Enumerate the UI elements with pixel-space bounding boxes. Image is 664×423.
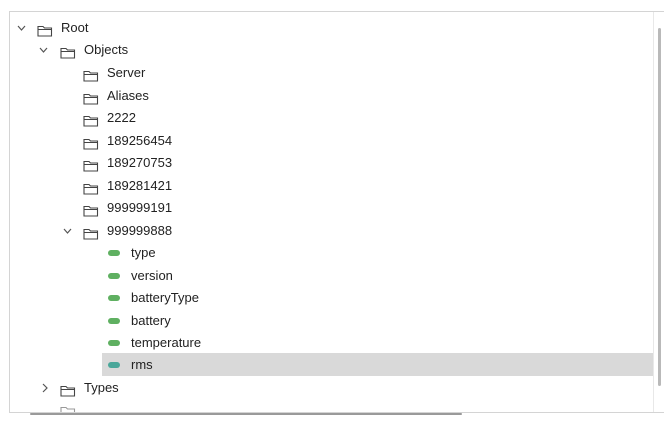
tree-node-types[interactable]: Types (10, 377, 655, 399)
tree-node-partial (10, 400, 655, 412)
tree-node-label: Aliases (107, 88, 149, 103)
tree-node-aliases[interactable]: Aliases (10, 85, 655, 107)
folder-icon (37, 22, 53, 37)
variable-icon (108, 362, 120, 368)
tree-node-label: 189270753 (107, 155, 173, 170)
tree-node-label: 189256454 (107, 133, 173, 148)
tree-node-label: 999999888 (107, 223, 173, 238)
tree-node-label: temperature (131, 335, 202, 350)
folder-icon (83, 67, 99, 82)
folder-icon (83, 90, 99, 105)
tree-node-label: Root (61, 20, 89, 35)
tree-node-label: rms (131, 357, 153, 372)
chevron-right-icon[interactable] (39, 377, 49, 399)
tree-node-temperature[interactable]: temperature (10, 332, 655, 354)
tree-node-189256454[interactable]: 189256454 (10, 130, 655, 152)
scrollbar-thumb[interactable] (658, 28, 661, 386)
folder-icon (83, 112, 99, 127)
tree-node-server[interactable]: Server (10, 62, 655, 84)
folder-icon (83, 180, 99, 195)
horizontal-scrollbar-thumb[interactable] (30, 413, 462, 415)
vertical-scrollbar[interactable] (653, 12, 664, 412)
folder-icon (60, 382, 76, 397)
tree-node-type[interactable]: type (10, 242, 655, 264)
folder-icon (83, 202, 99, 217)
tree-node-label: batteryType (131, 290, 199, 305)
tree-node-rms[interactable]: rms (10, 354, 655, 376)
tree-node-2222[interactable]: 2222 (10, 107, 655, 129)
chevron-down-icon[interactable] (62, 220, 72, 242)
tree-node-label: type (131, 245, 156, 260)
tree-node-label: 2222 (107, 110, 136, 125)
tree-view[interactable]: Root Objects Server Aliases 2222 1892564 (9, 11, 664, 413)
folder-icon (83, 135, 99, 150)
tree-node-label: Objects (84, 42, 129, 57)
variable-icon (108, 250, 120, 256)
folder-icon (60, 44, 76, 59)
tree-node-label: battery (131, 313, 171, 328)
tree-node-label: version (131, 268, 173, 283)
chevron-down-icon[interactable] (38, 39, 48, 61)
folder-icon (60, 403, 76, 412)
folder-icon (83, 225, 99, 240)
tree-node-batterytype[interactable]: batteryType (10, 287, 655, 309)
folder-icon (83, 157, 99, 172)
tree-node-189281421[interactable]: 189281421 (10, 175, 655, 197)
tree-node-999999888[interactable]: 999999888 (10, 220, 655, 242)
tree-node-label: 189281421 (107, 178, 173, 193)
tree-node-battery[interactable]: battery (10, 310, 655, 332)
tree-node-189270753[interactable]: 189270753 (10, 152, 655, 174)
variable-icon (108, 340, 120, 346)
tree-node-objects[interactable]: Objects (10, 39, 655, 61)
tree-node-label: 999999191 (107, 200, 173, 215)
chevron-down-icon[interactable] (16, 17, 26, 39)
tree-node-root[interactable]: Root (10, 17, 655, 39)
tree-node-label: Server (107, 65, 146, 80)
variable-icon (108, 318, 120, 324)
tree-node-version[interactable]: version (10, 265, 655, 287)
tree-node-label: Types (84, 380, 119, 395)
tree-node-999999191[interactable]: 999999191 (10, 197, 655, 219)
variable-icon (108, 295, 120, 301)
variable-icon (108, 273, 120, 279)
